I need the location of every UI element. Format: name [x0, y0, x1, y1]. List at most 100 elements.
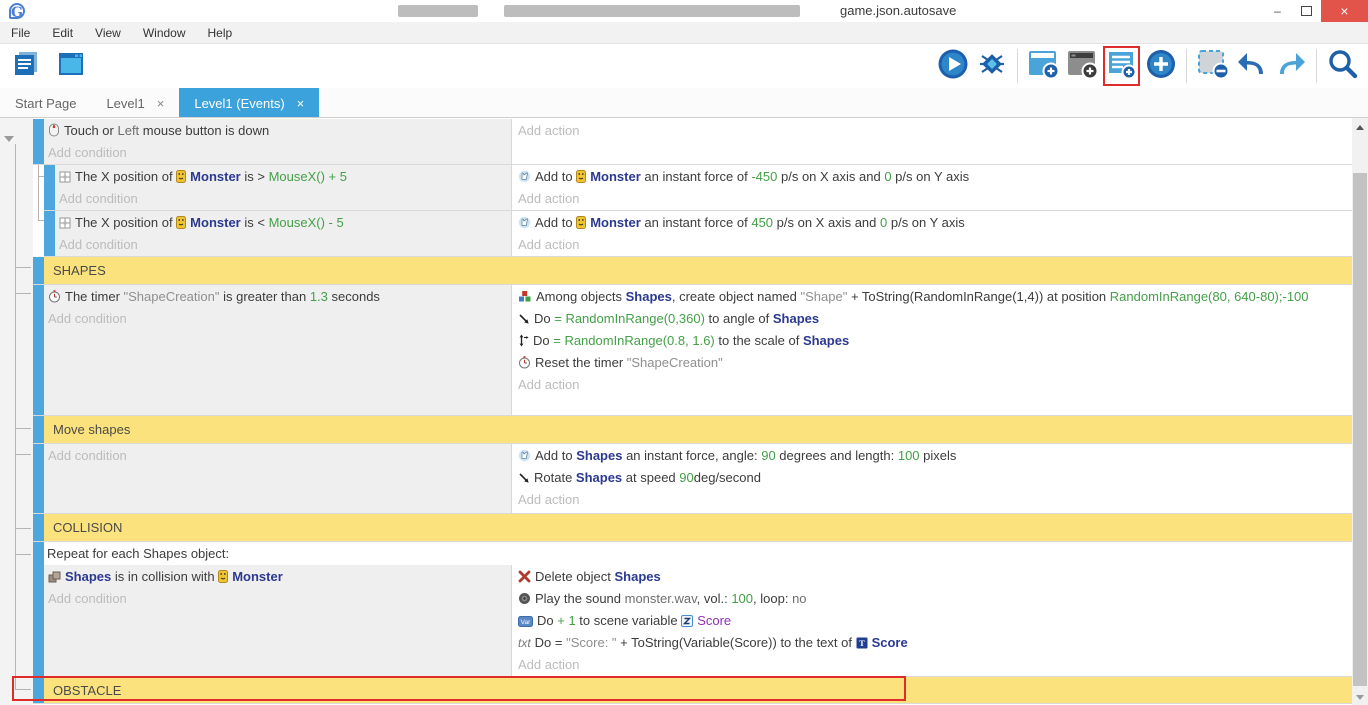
menu-item-edit[interactable]: Edit: [41, 26, 84, 40]
event-text: p/s on X axis and: [773, 215, 880, 230]
scroll-up-arrow-icon[interactable]: [1356, 125, 1364, 130]
event-text: -450: [751, 169, 777, 184]
event-row[interactable]: The timer "ShapeCreation" is greater tha…: [33, 285, 1352, 416]
add-action-placeholder[interactable]: Add action: [518, 374, 1352, 396]
event-text: Rotate: [534, 470, 576, 485]
action-line[interactable]: Delete object Shapes: [518, 566, 1352, 588]
comment-label: SHAPES: [53, 263, 106, 278]
action-line[interactable]: Rotate Shapes at speed 90deg/second: [518, 467, 1352, 489]
menu-item-view[interactable]: View: [84, 26, 132, 40]
action-line[interactable]: Reset the timer "ShapeCreation": [518, 352, 1352, 374]
event-text: to the text of: [780, 635, 855, 650]
comment-label-cell[interactable]: COLLISION: [44, 514, 1352, 541]
condition-line[interactable]: The X position of Monster is < MouseX() …: [59, 212, 511, 234]
action-line[interactable]: Add to Monster an instant force of 450 p…: [518, 212, 1352, 234]
event-row[interactable]: The X position of Monster is > MouseX() …: [44, 165, 1352, 211]
comment-row[interactable]: OBSTACLE: [33, 677, 1352, 704]
tab-level1[interactable]: Level1×: [91, 88, 179, 118]
action-line[interactable]: VarDo + 1 to scene variable Score: [518, 610, 1352, 632]
search-button[interactable]: [1325, 47, 1360, 85]
event-text: Shapes: [773, 311, 819, 326]
add-action-placeholder[interactable]: Add action: [518, 234, 1352, 256]
project-manager-button[interactable]: [9, 47, 44, 85]
condition-line[interactable]: Touch or Left mouse button is down: [48, 120, 511, 142]
action-line[interactable]: txtDo = "Score: " + ToString(Variable(Sc…: [518, 632, 1352, 654]
add-action-placeholder[interactable]: Add action: [518, 489, 1352, 511]
add-plus-button[interactable]: [1143, 47, 1178, 85]
add-condition-placeholder[interactable]: Add condition: [48, 308, 511, 330]
condition-line[interactable]: The timer "ShapeCreation" is greater tha…: [48, 286, 511, 308]
menu-item-file[interactable]: File: [0, 26, 41, 40]
event-row[interactable]: Touch or Left mouse button is downAdd co…: [33, 119, 1352, 165]
event-selection-bar: [33, 514, 44, 541]
scroll-down-arrow-icon[interactable]: [1356, 695, 1364, 700]
comment-row[interactable]: SHAPES: [33, 257, 1352, 285]
tab-level1-events-[interactable]: Level1 (Events)×: [179, 88, 319, 118]
add-subevent-button[interactable]: [1065, 47, 1100, 85]
action-line[interactable]: Add to Monster an instant force of -450 …: [518, 166, 1352, 188]
gdevelop-window: G game.json.autosave – × FileEditViewWin…: [0, 0, 1368, 705]
condition-line[interactable]: The X position of Monster is > MouseX() …: [59, 166, 511, 188]
action-line[interactable]: Add to Shapes an instant force, angle: 9…: [518, 445, 1352, 467]
event-selection-bar: [33, 257, 44, 284]
action-line[interactable]: Do = RandomInRange(0,360) to angle of Sh…: [518, 308, 1352, 330]
comment-label-cell[interactable]: OBSTACLE: [44, 677, 1352, 703]
action-line[interactable]: Play the sound monster.wav, vol.: 100, l…: [518, 588, 1352, 610]
minimize-button[interactable]: –: [1263, 0, 1292, 22]
title-bar: G game.json.autosave – ×: [0, 0, 1368, 22]
add-comment-button-highlighted[interactable]: [1104, 47, 1139, 85]
scrollbar-thumb[interactable]: [1353, 173, 1367, 686]
play-button[interactable]: [935, 47, 970, 85]
vertical-scrollbar[interactable]: [1352, 118, 1368, 705]
add-event-button[interactable]: [1026, 47, 1061, 85]
comment-label-cell[interactable]: SHAPES: [44, 257, 1352, 284]
menu-item-help[interactable]: Help: [197, 26, 244, 40]
add-condition-placeholder[interactable]: Add condition: [59, 188, 511, 210]
monster-icon: [576, 216, 586, 229]
actions-cell: Add to Monster an instant force of -450 …: [512, 165, 1352, 210]
undo-button[interactable]: [1234, 47, 1269, 85]
condition-line[interactable]: Shapes is in collision with Monster: [48, 566, 511, 588]
event-text: 1.3: [310, 289, 328, 304]
event-cells: The X position of Monster is > MouseX() …: [55, 165, 1352, 210]
tab-start-page[interactable]: Start Page: [0, 88, 91, 118]
event-row[interactable]: Add condition Add to Shapes an instant fo…: [33, 444, 1352, 514]
add-action-placeholder[interactable]: Add action: [518, 120, 1352, 142]
event-text: Monster: [590, 215, 641, 230]
event-text: Add to: [535, 215, 576, 230]
redo-button[interactable]: [1273, 47, 1308, 85]
event-text: 90: [761, 448, 775, 463]
create-icon: [518, 290, 532, 303]
collapse-arrow-icon[interactable]: [4, 136, 14, 142]
add-condition-placeholder[interactable]: Add condition: [48, 445, 511, 467]
event-text: Score: [872, 635, 908, 650]
add-comment-icon: [1106, 48, 1138, 85]
menu-bar: FileEditViewWindowHelp: [0, 22, 1368, 44]
add-condition-placeholder[interactable]: Add condition: [48, 142, 511, 164]
comment-row[interactable]: COLLISION: [33, 514, 1352, 542]
comment-label-cell[interactable]: Move shapes: [44, 416, 1352, 443]
debug-button[interactable]: [974, 47, 1009, 85]
action-line[interactable]: Do = RandomInRange(0.8, 1.6) to the scal…: [518, 330, 1352, 352]
add-action-placeholder[interactable]: Add action: [518, 188, 1352, 210]
tab-close-icon[interactable]: ×: [297, 96, 305, 111]
maximize-button[interactable]: [1292, 0, 1321, 22]
event-text: "Score: ": [566, 635, 616, 650]
event-text: at speed: [622, 470, 679, 485]
svg-text:Var: Var: [521, 619, 531, 626]
event-text: Among objects: [536, 289, 626, 304]
repeat-event-row[interactable]: Repeat for each Shapes object:Shapes is …: [33, 542, 1352, 677]
menu-item-window[interactable]: Window: [132, 26, 197, 40]
scene-editor-button[interactable]: [53, 47, 88, 85]
add-condition-placeholder[interactable]: Add condition: [48, 588, 511, 610]
tab-label: Start Page: [15, 96, 76, 111]
delete-selection-button[interactable]: [1195, 47, 1230, 85]
comment-row[interactable]: Move shapes: [33, 416, 1352, 444]
close-button[interactable]: ×: [1321, 0, 1368, 22]
event-row[interactable]: The X position of Monster is < MouseX() …: [44, 211, 1352, 257]
xpos-icon: [59, 217, 71, 229]
add-action-placeholder[interactable]: Add action: [518, 654, 1352, 676]
tab-close-icon[interactable]: ×: [157, 96, 165, 111]
action-line[interactable]: Among objects Shapes, create object name…: [518, 286, 1352, 308]
add-condition-placeholder[interactable]: Add condition: [59, 234, 511, 256]
